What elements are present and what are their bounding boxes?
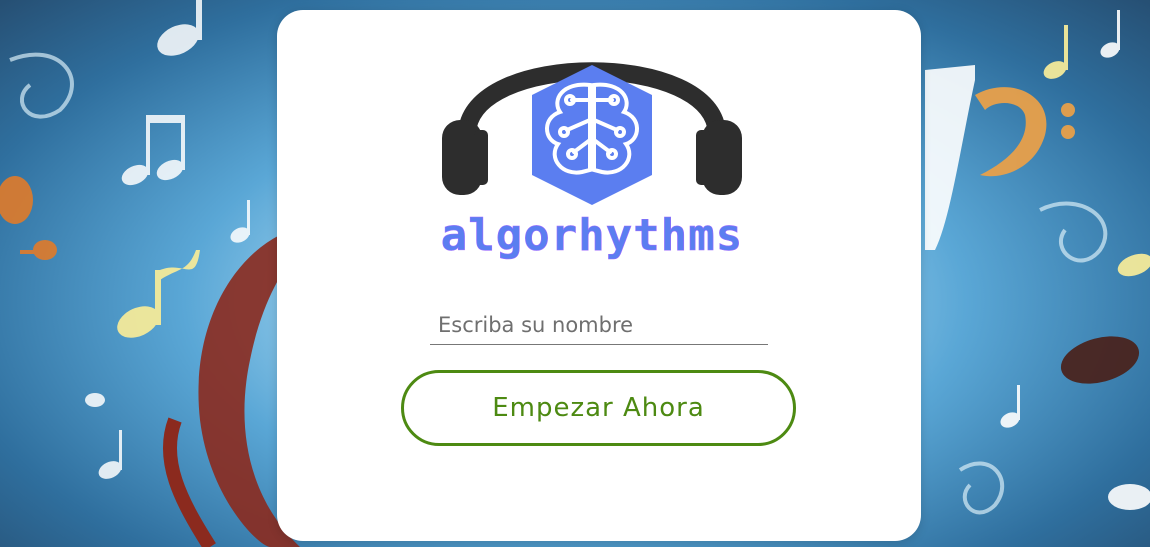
brand-wordmark: algorhythms xyxy=(441,210,743,261)
name-input[interactable] xyxy=(430,305,768,345)
brain-headphones-icon: algorhythms xyxy=(440,62,743,261)
start-now-button[interactable]: Empezar Ahora xyxy=(401,370,796,446)
login-card: algorhythms Empezar Ahora xyxy=(277,10,921,541)
